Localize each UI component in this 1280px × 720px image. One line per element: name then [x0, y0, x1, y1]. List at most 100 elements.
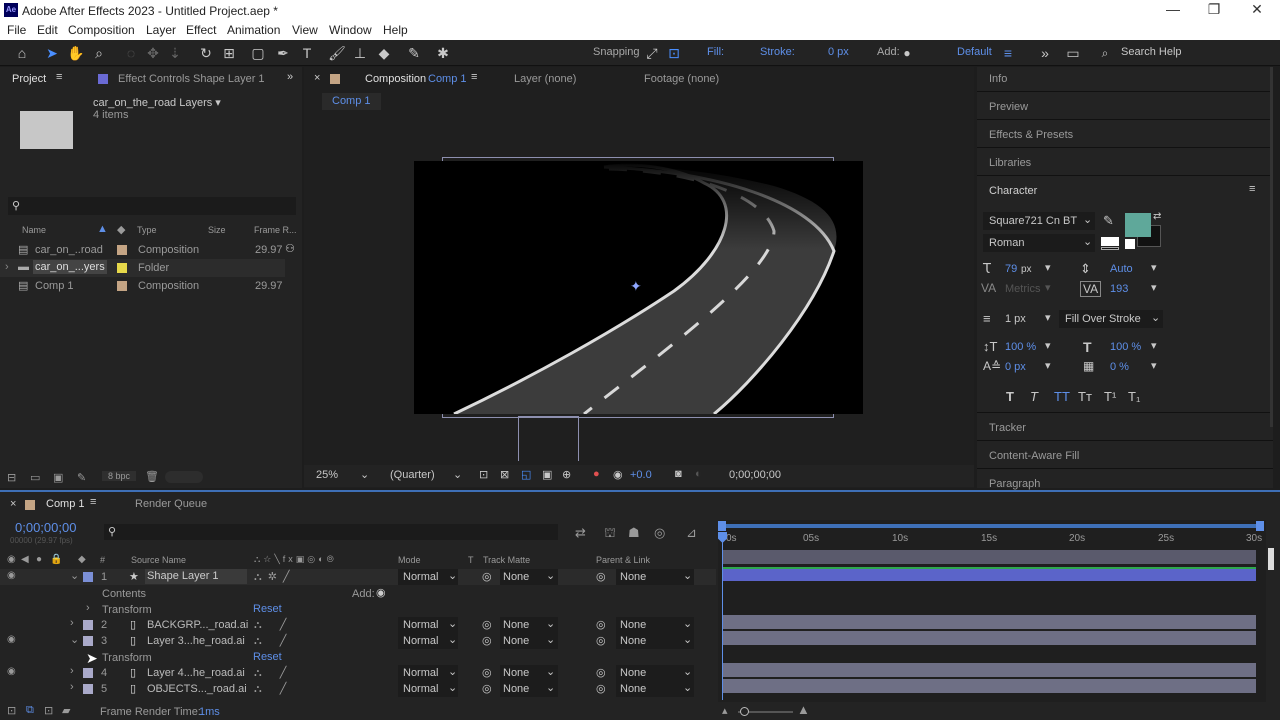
dolly-tool-icon[interactable]: ⇣	[165, 44, 185, 62]
content-aware-fill-tab[interactable]: Content-Aware Fill	[989, 450, 1079, 462]
tab-timeline-comp[interactable]: Comp 1	[46, 498, 85, 510]
col-source-name[interactable]: Source Name	[131, 555, 186, 565]
menu-animation[interactable]: Animation	[227, 23, 280, 37]
anchor-tool-icon[interactable]: ⊞	[219, 44, 239, 62]
draft-3d-icon[interactable]: ⛫	[604, 525, 616, 543]
mode-chevron-icon[interactable]: ⌄	[448, 569, 457, 582]
style-chevron-icon[interactable]: ⌄	[1083, 235, 1092, 248]
menu-layer[interactable]: Layer	[146, 23, 176, 37]
layer-switches-icon[interactable]: ⛬╱	[254, 666, 304, 680]
new-folder-icon[interactable]: ▭	[30, 471, 40, 484]
project-item[interactable]: ▤ car_on_..road Composition 29.97 ⚇	[0, 241, 302, 259]
transform-group[interactable]: Transform	[102, 652, 152, 664]
project-item[interactable]: › ▬ car_on_...yers Folder	[0, 259, 285, 277]
work-area-bar[interactable]	[722, 524, 1262, 528]
tsume-value[interactable]: 0 %	[1110, 361, 1129, 373]
panel-menu-icon[interactable]: ≡	[90, 496, 96, 508]
menu-composition[interactable]: Composition	[68, 23, 135, 37]
graph-editor-icon[interactable]: ⊿	[686, 525, 697, 541]
faux-italic-icon[interactable]: T	[1030, 389, 1038, 404]
tsume-chevron-icon[interactable]: ▾	[1151, 359, 1157, 372]
layer-row[interactable]: › 2 ▯ BACKGRP..._road.ai ⛬╱ Normal ⌄ ◎ N…	[0, 617, 716, 633]
timeline-search-input[interactable]	[104, 524, 558, 540]
layer-name[interactable]: Shape Layer 1	[145, 569, 247, 584]
vscale-chevron-icon[interactable]: ▾	[1045, 339, 1051, 352]
work-area-start-handle[interactable]	[718, 521, 726, 531]
layer-row[interactable]: ◉ ⌄ 3 ▯ Layer 3...he_road.ai ⛬╱ Normal ⌄…	[0, 633, 716, 649]
add-content-icon[interactable]: ◉	[376, 586, 386, 599]
selection-tool-icon[interactable]: ➤	[42, 44, 62, 62]
interpret-footage-icon[interactable]: ⊟	[7, 471, 16, 484]
label-color[interactable]	[83, 636, 93, 646]
menu-window[interactable]: Window	[329, 23, 372, 37]
timeline-scrollbar[interactable]	[1268, 548, 1274, 570]
expand-chevron-icon[interactable]: ›	[70, 681, 74, 693]
label-header-icon[interactable]: ◆	[78, 554, 86, 565]
search-filter-icon[interactable]: ⚲	[108, 525, 116, 538]
panel-menu-icon[interactable]: ≡	[1249, 183, 1255, 195]
project-item[interactable]: ▤ Comp 1 Composition 29.97	[0, 277, 302, 295]
layer-switches-icon[interactable]: ⛬╱	[254, 618, 304, 632]
swap-colors-icon[interactable]: ⇄	[1153, 211, 1161, 222]
label-color[interactable]	[83, 620, 93, 630]
matte-pickwhip-icon[interactable]: ◎	[482, 618, 492, 631]
parent-chevron-icon[interactable]: ⌄	[683, 617, 692, 630]
thumbnail-slider[interactable]	[165, 471, 203, 483]
channel-icon[interactable]: ●	[593, 468, 600, 480]
switches-header-icon[interactable]: ⛬☆╲fx▣◎◐⦾	[254, 554, 337, 565]
show-snapshot-icon[interactable]: ◐	[695, 468, 702, 480]
visibility-icon[interactable]: ◉	[7, 570, 16, 581]
kerning-chevron-icon[interactable]: ▾	[1045, 281, 1051, 294]
panel-overflow-icon[interactable]: »	[287, 71, 293, 83]
effects-presets-tab[interactable]: Effects & Presets	[989, 129, 1073, 141]
trash-icon[interactable]: 🗑	[145, 470, 159, 483]
matte-pickwhip-icon[interactable]: ◎	[482, 634, 492, 647]
pan-tool-icon[interactable]: ✥	[143, 44, 163, 62]
panel-menu-icon[interactable]: ≡	[56, 71, 62, 83]
kerning-value[interactable]: Metrics	[1005, 283, 1040, 295]
col-t[interactable]: T	[468, 555, 474, 565]
parent-pickwhip-icon[interactable]: ◎	[596, 618, 606, 631]
tab-render-queue[interactable]: Render Queue	[135, 498, 207, 510]
matte-chevron-icon[interactable]: ⌄	[546, 569, 555, 582]
eyedropper-icon[interactable]: ✎	[1103, 213, 1114, 229]
exposure-value[interactable]: +0.0	[630, 469, 652, 481]
search-help[interactable]: Search Help	[1121, 46, 1182, 58]
small-caps-icon[interactable]: Tт	[1078, 389, 1092, 404]
tab-layer[interactable]: Layer (none)	[514, 73, 576, 85]
col-mode[interactable]: Mode	[398, 555, 421, 565]
stroke-width-field[interactable]: 1 px	[1005, 313, 1026, 325]
parent-pickwhip-icon[interactable]: ◎	[596, 682, 606, 695]
tracking-chevron-icon[interactable]: ▾	[1151, 281, 1157, 294]
clone-stamp-icon[interactable]: ⊥	[350, 44, 370, 62]
zoom-tool-icon[interactable]: ⌕	[89, 44, 109, 62]
sync-settings-icon[interactable]: ▭	[1063, 44, 1083, 62]
orbit-tool-icon[interactable]: ◌	[121, 44, 141, 62]
zoom-chevron-icon[interactable]: ⌄	[360, 468, 369, 481]
menu-view[interactable]: View	[292, 23, 318, 37]
shy-icon[interactable]: ☗	[628, 525, 640, 541]
zoom-slider-knob[interactable]	[740, 707, 749, 716]
transparency-grid-icon[interactable]: ⊠	[500, 468, 509, 481]
snapshot-icon[interactable]: ◙	[675, 468, 682, 480]
panel-menu-icon[interactable]: ≡	[471, 71, 477, 83]
label-color[interactable]	[117, 263, 127, 273]
composition-mini-flowchart-icon[interactable]: ⇄	[575, 525, 586, 541]
minimize-button[interactable]: —	[1158, 1, 1188, 17]
label-color[interactable]	[83, 684, 93, 694]
layer-row[interactable]: ◉ ⌄ 1 ★ Shape Layer 1 ⛬✲╱ Normal ⌄ ◎ Non…	[0, 569, 716, 585]
zoom-select[interactable]: 25%	[316, 469, 338, 481]
resolution-chevron-icon[interactable]: ⌄	[453, 468, 462, 481]
tab-effect-controls[interactable]: Effect Controls Shape Layer 1	[118, 73, 265, 85]
home-icon[interactable]: ⌂	[12, 44, 32, 62]
baseline-chevron-icon[interactable]: ▾	[1045, 359, 1051, 372]
close-tab-icon[interactable]: ×	[314, 72, 320, 84]
grid-icon[interactable]: ▣	[542, 468, 552, 481]
font-size-value[interactable]: 79	[1005, 263, 1017, 275]
matte-pickwhip-icon[interactable]: ◎	[482, 570, 492, 583]
parent-chevron-icon[interactable]: ⌄	[683, 633, 692, 646]
col-framerate[interactable]: Frame R...	[254, 225, 297, 235]
right-scrollbar[interactable]	[1270, 67, 1273, 427]
brush-tool-icon[interactable]: 🖌	[327, 44, 347, 62]
rotate-tool-icon[interactable]: ↻	[196, 44, 216, 62]
